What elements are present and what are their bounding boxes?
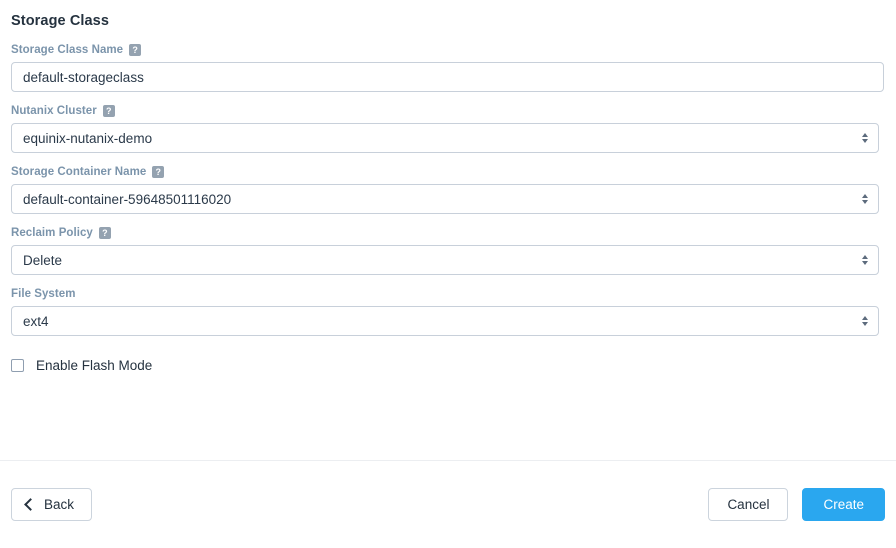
field-reclaim-policy: Reclaim Policy ? Delete (0, 227, 896, 275)
back-button-label: Back (44, 497, 75, 512)
reclaim-policy-select[interactable]: Delete (11, 245, 879, 275)
label-reclaim-policy: Reclaim Policy ? (11, 227, 885, 239)
label-text: File System (11, 288, 76, 300)
storage-container-name-select[interactable]: default-container-59648501116020 (11, 184, 879, 214)
field-nutanix-cluster: Nutanix Cluster ? equinix-nutanix-demo (0, 105, 896, 153)
chevron-left-icon (24, 498, 37, 511)
footer-actions: Cancel Create (708, 488, 885, 521)
file-system-select-wrap: ext4 (11, 306, 879, 336)
label-text: Storage Class Name (11, 44, 124, 56)
label-storage-class-name: Storage Class Name ? (11, 44, 885, 56)
label-text: Reclaim Policy (11, 227, 93, 239)
page-title: Storage Class (11, 13, 110, 29)
label-storage-container-name: Storage Container Name ? (11, 166, 885, 178)
create-button[interactable]: Create (802, 488, 885, 521)
label-text: Nutanix Cluster (11, 105, 97, 117)
label-file-system: File System (11, 288, 885, 300)
help-question-icon[interactable]: ? (152, 166, 165, 178)
storage-class-name-input[interactable] (11, 62, 884, 92)
nutanix-cluster-select-wrap: equinix-nutanix-demo (11, 123, 879, 153)
field-storage-container-name: Storage Container Name ? default-contain… (0, 166, 896, 214)
cancel-button[interactable]: Cancel (708, 488, 789, 521)
enable-flash-mode-checkbox[interactable] (11, 359, 24, 372)
storage-class-form-panel: Storage Class Storage Class Name ? Nutan… (0, 0, 896, 548)
enable-flash-mode-label[interactable]: Enable Flash Mode (36, 358, 152, 373)
label-nutanix-cluster: Nutanix Cluster ? (11, 105, 885, 117)
help-question-icon[interactable]: ? (98, 227, 111, 239)
nutanix-cluster-select[interactable]: equinix-nutanix-demo (11, 123, 879, 153)
back-button[interactable]: Back (11, 488, 93, 521)
help-question-icon[interactable]: ? (129, 44, 142, 56)
field-file-system: File System ext4 (0, 288, 896, 336)
form-footer: Back Cancel Create (0, 461, 896, 548)
label-text: Storage Container Name (11, 166, 147, 178)
storage-container-name-select-wrap: default-container-59648501116020 (11, 184, 879, 214)
help-question-icon[interactable]: ? (102, 105, 115, 117)
form-fields: Storage Class Name ? Nutanix Cluster ? e… (0, 44, 896, 373)
reclaim-policy-select-wrap: Delete (11, 245, 879, 275)
file-system-select[interactable]: ext4 (11, 306, 879, 336)
enable-flash-mode-row: Enable Flash Mode (0, 358, 896, 373)
field-storage-class-name: Storage Class Name ? (0, 44, 896, 92)
